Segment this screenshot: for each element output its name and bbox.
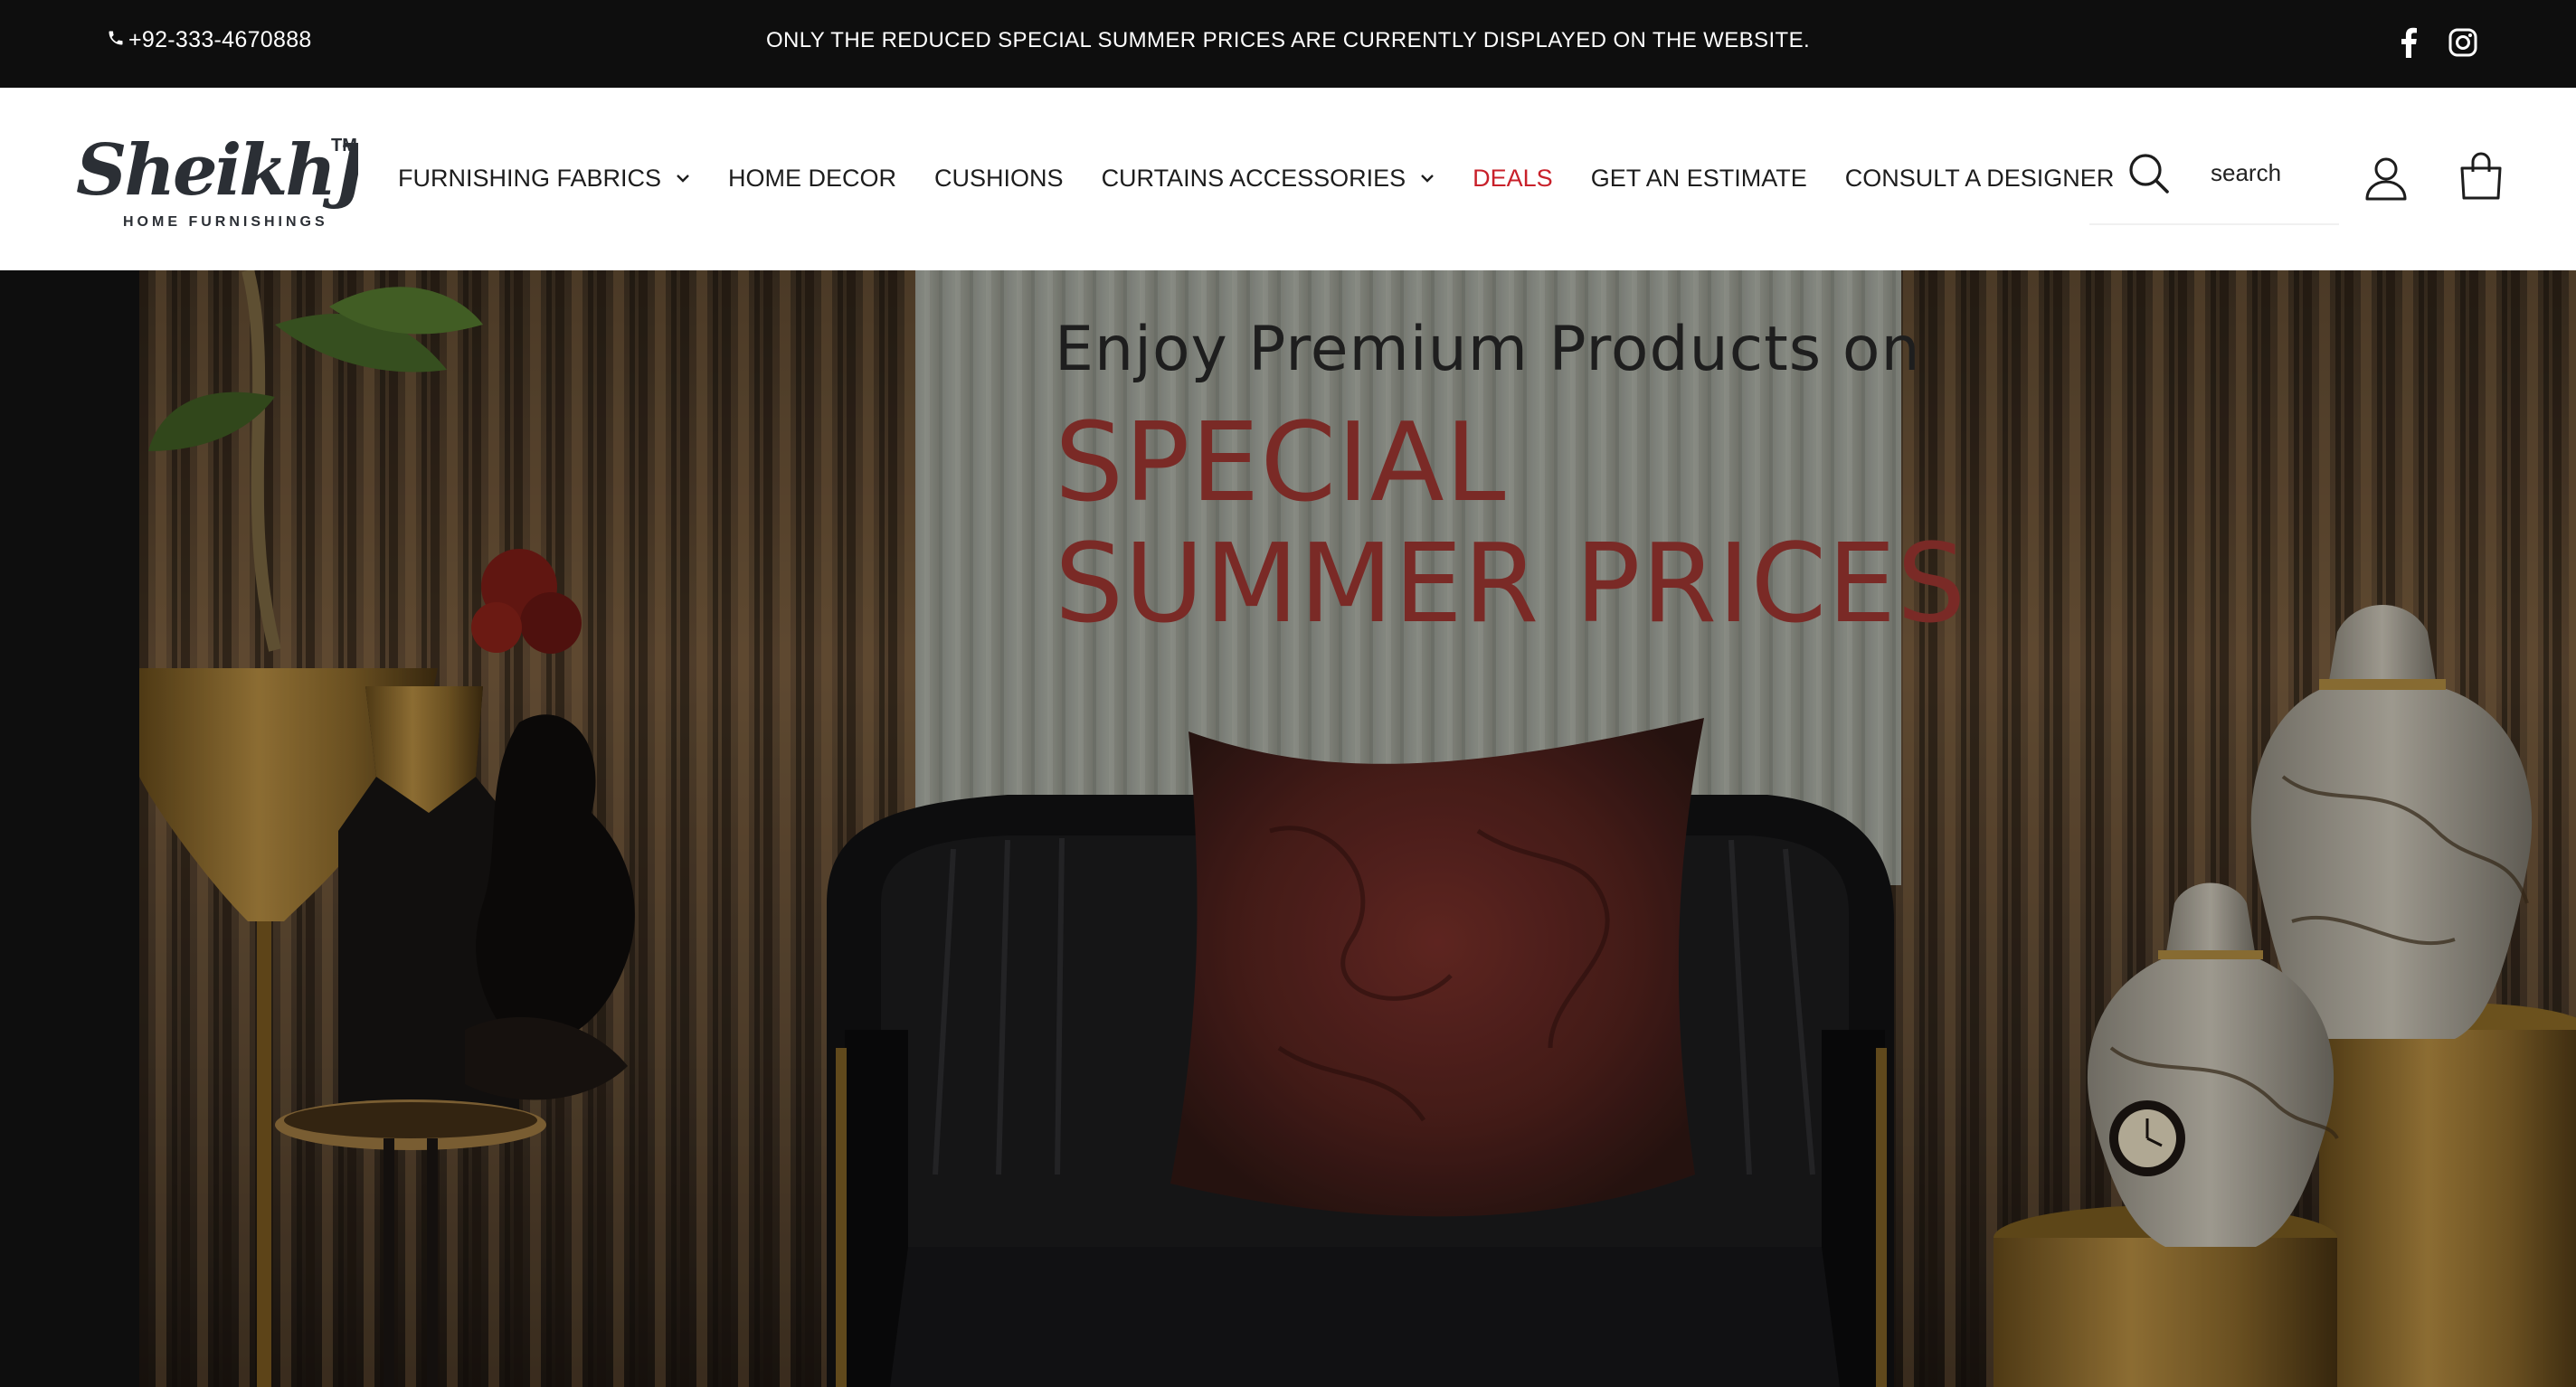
nav-label: CUSHIONS (934, 164, 1064, 192)
cart-icon[interactable] (2458, 152, 2504, 201)
instagram-icon[interactable] (2448, 24, 2478, 61)
phone-link[interactable]: +92-333-4670888 (107, 27, 312, 53)
announcement-text-wrap: ONLY THE REDUCED SPECIAL SUMMER PRICES A… (0, 28, 2576, 53)
svg-text:HOME FURNISHINGS: HOME FURNISHINGS (123, 214, 328, 230)
facebook-icon[interactable] (2393, 24, 2424, 61)
nav-consult-a-designer[interactable]: CONSULT A DESIGNER (1845, 165, 2115, 193)
site-header: SheikhJee TM HOME FURNISHINGS FURNISHING… (0, 88, 2576, 270)
phone-icon (107, 27, 125, 53)
hero-slide[interactable]: Enjoy Premium Products on SPECIAL SUMMER… (139, 270, 2576, 1387)
chevron-down-icon (676, 171, 690, 185)
account-icon[interactable] (2364, 156, 2408, 201)
brand-logo[interactable]: SheikhJee TM HOME FURNISHINGS (72, 124, 452, 232)
nav-curtains-accessories[interactable]: CURTAINS ACCESSORIES (1102, 165, 1435, 193)
nav-label: HOME DECOR (728, 164, 897, 192)
nav-label: DEALS (1473, 164, 1553, 192)
logo-wordmark: SheikhJee TM HOME FURNISHINGS (76, 129, 452, 230)
announcement-bar: +92-333-4670888 ONLY THE REDUCED SPECIAL… (0, 0, 2576, 88)
nav-label: FURNISHING FABRICS (398, 164, 662, 192)
hero-image (139, 270, 2576, 1387)
svg-text:SheikhJee: SheikhJee (76, 129, 358, 212)
nav-home-decor[interactable]: HOME DECOR (728, 165, 896, 193)
search-box[interactable] (2089, 124, 2339, 225)
nav-cushions[interactable]: CUSHIONS (934, 165, 1064, 193)
announcement-text: ONLY THE REDUCED SPECIAL SUMMER PRICES A… (765, 28, 1811, 52)
chevron-down-icon (1420, 171, 1435, 185)
nav-label: GET AN ESTIMATE (1590, 164, 1807, 192)
svg-text:TM: TM (331, 136, 357, 156)
nav-label: CURTAINS ACCESSORIES (1101, 164, 1406, 192)
nav-get-an-estimate[interactable]: GET AN ESTIMATE (1591, 165, 1807, 193)
phone-number: +92-333-4670888 (128, 27, 312, 52)
nav-label: CONSULT A DESIGNER (1844, 164, 2115, 192)
search-input[interactable] (2211, 155, 2337, 191)
main-nav: FURNISHING FABRICS HOME DECOR CUSHIONS C… (398, 162, 2152, 194)
search-icon[interactable] (2128, 153, 2170, 194)
hero-banner: Enjoy Premium Products on SPECIAL SUMMER… (0, 270, 2576, 1387)
social-links (2393, 24, 2478, 61)
nav-deals[interactable]: DEALS (1473, 165, 1553, 193)
nav-furnishing-fabrics[interactable]: FURNISHING FABRICS (398, 165, 690, 193)
